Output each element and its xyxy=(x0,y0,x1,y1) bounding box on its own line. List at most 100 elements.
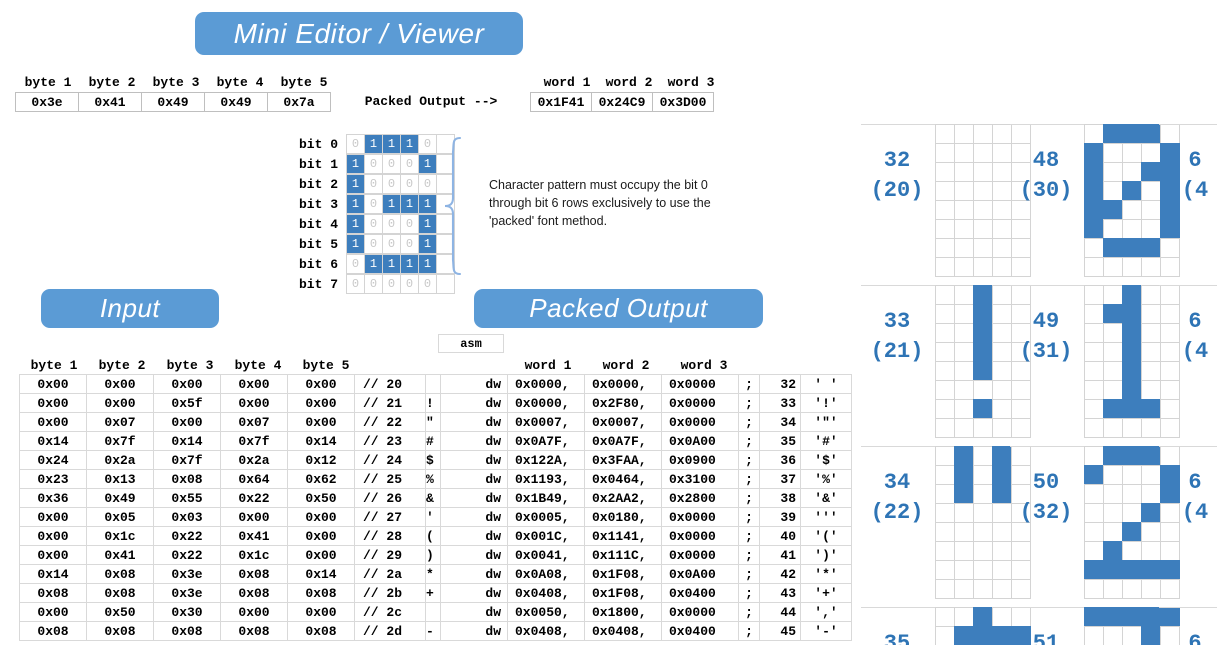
packed-word-5-1[interactable]: 0x0464, xyxy=(584,469,662,489)
packed-word-11-0[interactable]: 0x0408, xyxy=(507,583,585,603)
glyph-px-4-0[interactable] xyxy=(935,361,955,381)
glyph-px-0-3[interactable] xyxy=(992,446,1012,466)
glyph-px-0-2[interactable] xyxy=(973,446,993,466)
table-row[interactable]: 0x240x2a0x7f0x2a0x12// 24$ xyxy=(20,451,455,470)
bit-cell-1-1[interactable]: 0 xyxy=(364,154,383,174)
input-cell-8-2[interactable]: 0x22 xyxy=(153,526,221,546)
glyph-px-0-2[interactable] xyxy=(1122,124,1142,144)
glyph-px-2-3[interactable] xyxy=(992,162,1012,182)
bit-cell-4-4[interactable]: 1 xyxy=(418,214,437,234)
packed-word-10-1[interactable]: 0x1F08, xyxy=(584,564,662,584)
bit-cell-0-2[interactable]: 1 xyxy=(382,134,401,154)
bit-cell-0-1[interactable]: 1 xyxy=(364,134,383,154)
glyph-px-3-0[interactable] xyxy=(1084,503,1104,523)
table-row[interactable]: dw0x001C,0x1141,0x0000;40'(' xyxy=(441,527,852,546)
glyph-px-6-2[interactable] xyxy=(1122,560,1142,580)
glyph-px-6-0[interactable] xyxy=(935,399,955,419)
input-cell-12-0[interactable]: 0x00 xyxy=(19,602,87,622)
glyph-px-1-2[interactable] xyxy=(1122,143,1142,163)
packed-word-2-1[interactable]: 0x0007, xyxy=(584,412,662,432)
glyph-px-1-3[interactable] xyxy=(1141,465,1161,485)
table-row[interactable]: 0x000x050x030x000x00// 27' xyxy=(20,508,455,527)
glyph-px-3-1[interactable] xyxy=(954,342,974,362)
bit-cell-3-4[interactable]: 1 xyxy=(418,194,437,214)
input-cell-11-0[interactable]: 0x08 xyxy=(19,583,87,603)
glyph-px-4-1[interactable] xyxy=(954,522,974,542)
table-row[interactable]: dw0x0000,0x2F80,0x0000;33'!' xyxy=(441,394,852,413)
glyph-px-3-1[interactable] xyxy=(1103,342,1123,362)
glyph-px-2-0[interactable] xyxy=(935,162,955,182)
glyph-px-4-0[interactable] xyxy=(935,522,955,542)
table-row[interactable]: dw0x0000,0x0000,0x0000;32' ' xyxy=(441,375,852,394)
input-cell-0-3[interactable]: 0x00 xyxy=(220,374,288,394)
glyph-px-6-3[interactable] xyxy=(1141,238,1161,258)
glyph-px-2-3[interactable] xyxy=(992,323,1012,343)
glyph-px-0-1[interactable] xyxy=(954,285,974,305)
glyph-px-1-0[interactable] xyxy=(1084,304,1104,324)
glyph-px-5-0[interactable] xyxy=(1084,219,1104,239)
glyph-px-1-0[interactable] xyxy=(935,626,955,645)
glyph-px-4-2[interactable] xyxy=(973,522,993,542)
table-row[interactable]: 0x080x080x080x080x08// 2d- xyxy=(20,622,455,641)
glyph-px-6-3[interactable] xyxy=(1141,560,1161,580)
glyph-px-5-3[interactable] xyxy=(1141,380,1161,400)
bit-cell-2-3[interactable]: 0 xyxy=(400,174,419,194)
glyph-px-5-2[interactable] xyxy=(1122,219,1142,239)
glyph-px-4-3[interactable] xyxy=(992,522,1012,542)
asm-button[interactable]: asm xyxy=(438,334,504,353)
bit-cell-2-2[interactable]: 0 xyxy=(382,174,401,194)
glyph-px-3-2[interactable] xyxy=(973,503,993,523)
table-row[interactable]: 0x000x500x300x000x00// 2c xyxy=(20,603,455,622)
glyph-px-7-0[interactable] xyxy=(935,579,955,599)
input-cell-3-3[interactable]: 0x7f xyxy=(220,431,288,451)
glyph-px-4-3[interactable] xyxy=(1141,361,1161,381)
glyph-px-1-2[interactable] xyxy=(973,626,993,645)
glyph-px-0-2[interactable] xyxy=(973,285,993,305)
glyph-px-4-2[interactable] xyxy=(973,361,993,381)
packed-word-6-0[interactable]: 0x1B49, xyxy=(507,488,585,508)
glyph-px-0-3[interactable] xyxy=(992,285,1012,305)
glyph-px-5-1[interactable] xyxy=(1103,541,1123,561)
glyph-px-7-3[interactable] xyxy=(992,418,1012,438)
input-cell-13-0[interactable]: 0x08 xyxy=(19,621,87,641)
input-cell-2-1[interactable]: 0x07 xyxy=(86,412,154,432)
glyph-px-2-0[interactable] xyxy=(1084,162,1104,182)
table-row[interactable]: dw0x0005,0x0180,0x0000;39''' xyxy=(441,508,852,527)
packed-output-table[interactable]: word 1word 2word 3dw0x0000,0x0000,0x0000… xyxy=(441,356,852,641)
input-table[interactable]: byte 1byte 2byte 3byte 4byte 50x000x000x… xyxy=(20,356,455,641)
glyph-px-1-3[interactable] xyxy=(1141,304,1161,324)
glyph-cell-33[interactable]: 33(21) xyxy=(861,285,1017,446)
glyph-px-0-0[interactable] xyxy=(1084,607,1104,627)
input-cell-3-1[interactable]: 0x7f xyxy=(86,431,154,451)
glyph-px-6-0[interactable] xyxy=(935,238,955,258)
input-cell-7-3[interactable]: 0x00 xyxy=(220,507,288,527)
input-cell-13-1[interactable]: 0x08 xyxy=(86,621,154,641)
glyph-px-3-0[interactable] xyxy=(1084,181,1104,201)
packed-word-12-1[interactable]: 0x1800, xyxy=(584,602,662,622)
packed-word-5-2[interactable]: 0x3100 xyxy=(661,469,739,489)
glyph-cell-49[interactable]: 49(31) xyxy=(1010,285,1166,446)
glyph-px-5-0[interactable] xyxy=(935,219,955,239)
glyph-px-3-3[interactable] xyxy=(992,503,1012,523)
glyph-px-2-2[interactable] xyxy=(973,162,993,182)
glyph-px-5-3[interactable] xyxy=(992,219,1012,239)
bit-cell-7-3[interactable]: 0 xyxy=(400,274,419,294)
glyph-px-1-1[interactable] xyxy=(954,465,974,485)
glyph-px-5-2[interactable] xyxy=(1122,380,1142,400)
input-cell-13-2[interactable]: 0x08 xyxy=(153,621,221,641)
glyph-px-4-3[interactable] xyxy=(1141,522,1161,542)
glyph-px-7-3[interactable] xyxy=(992,579,1012,599)
glyph-cell-6[interactable]: 6(4 xyxy=(1159,124,1217,285)
packed-word-8-2[interactable]: 0x0000 xyxy=(661,526,739,546)
glyph-px-1-2[interactable] xyxy=(1122,465,1142,485)
bit-cell-4-2[interactable]: 0 xyxy=(382,214,401,234)
glyph-px-7-3[interactable] xyxy=(1141,418,1161,438)
glyph-px-5-1[interactable] xyxy=(1103,219,1123,239)
glyph-px-2-0[interactable] xyxy=(1084,323,1104,343)
glyph-cell-35[interactable]: 35(23) xyxy=(861,607,1017,645)
packed-word-13-0[interactable]: 0x0408, xyxy=(507,621,585,641)
input-cell-1-2[interactable]: 0x5f xyxy=(153,393,221,413)
input-cell-9-1[interactable]: 0x41 xyxy=(86,545,154,565)
glyph-px-6-0[interactable] xyxy=(1084,238,1104,258)
glyph-px-4-2[interactable] xyxy=(973,200,993,220)
